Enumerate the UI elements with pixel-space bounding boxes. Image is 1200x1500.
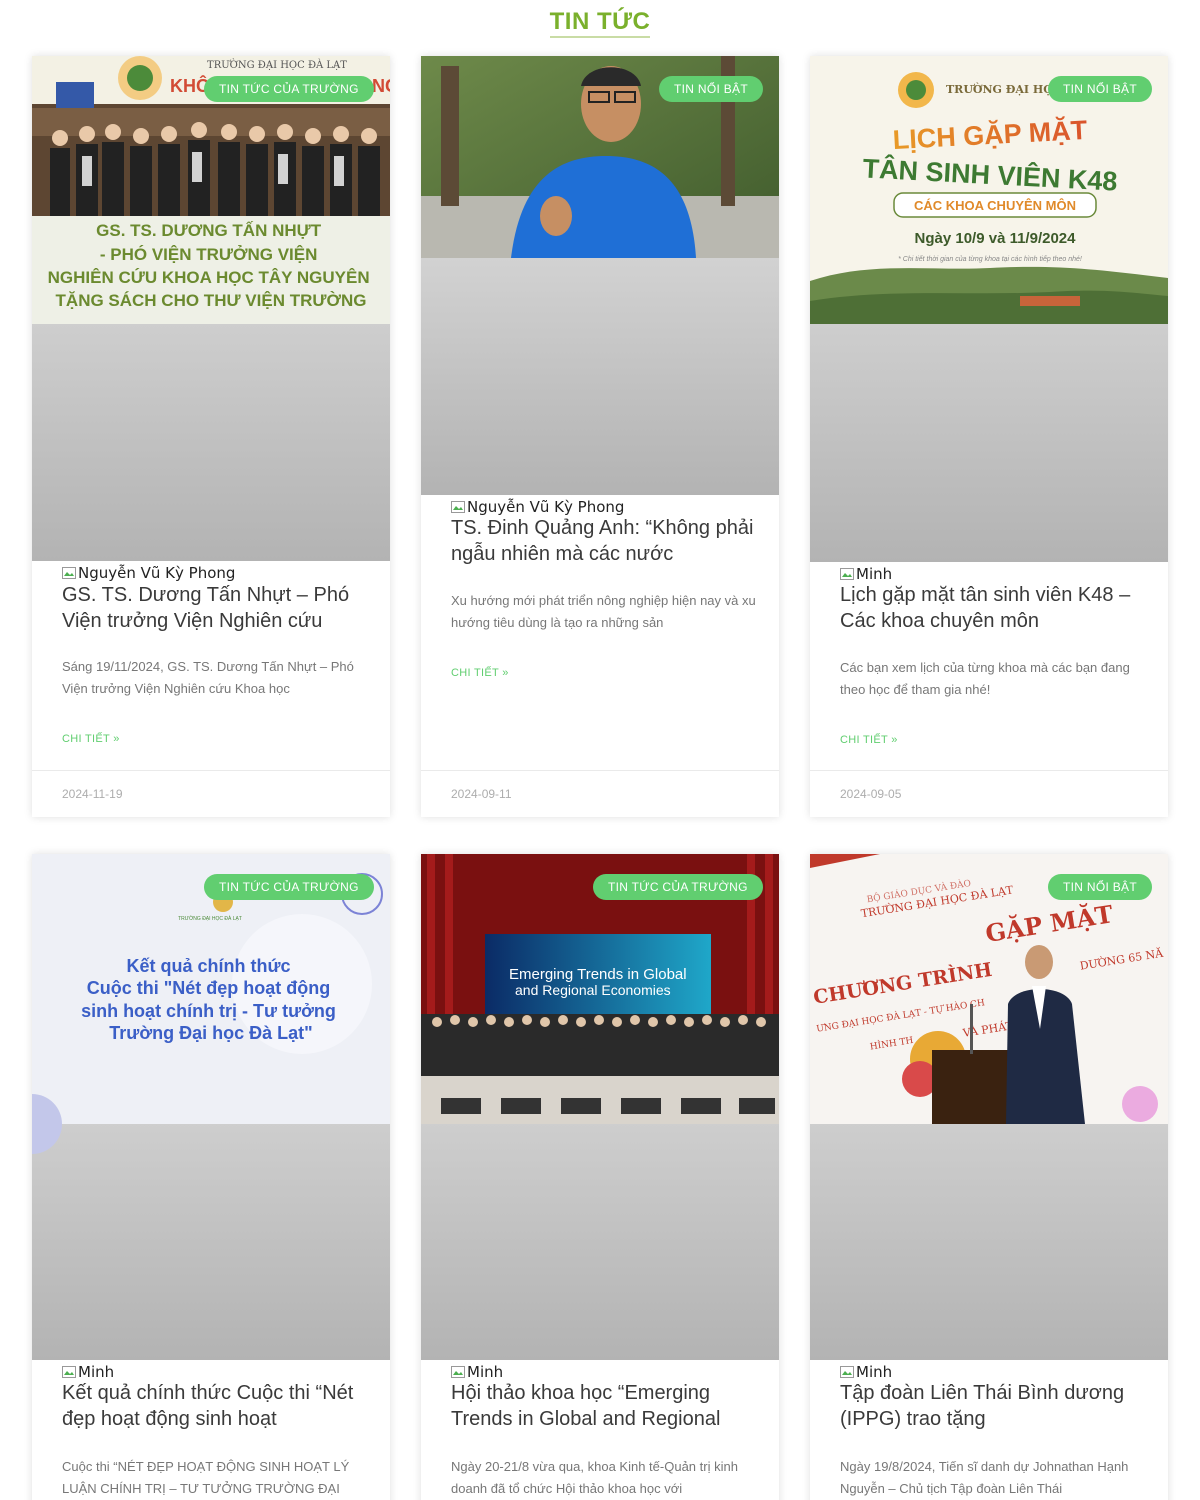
broken-image-icon [451, 1366, 465, 1378]
post-date: 2024-09-11 [451, 787, 512, 801]
category-badge[interactable]: TIN NỔI BẬT [1048, 76, 1152, 102]
post-image: TRƯỜNG ĐẠI HỌC Đ LỊCH GẶP MẶT TÂN SINH V… [810, 56, 1168, 562]
post-title[interactable]: TS. Đinh Quảng Anh: “Không phải ngẫu nhi… [451, 515, 761, 567]
post-thumbnail[interactable]: TRƯỜNG ĐẠI HỌC ĐÀ LẠT Kết quả chính thức… [32, 854, 390, 1360]
post-excerpt: Ngày 19/8/2024, Tiến sĩ danh dự Johnatha… [840, 1459, 1129, 1496]
post-card[interactable]: TIN NỔI BẬT Nguyễn Vũ Kỳ Phong TS. Đinh … [421, 56, 779, 817]
read-more-link[interactable]: CHI TIẾT » [840, 734, 898, 746]
post-excerpt: Xu hướng mới phát triển nông nghiệp hiện… [451, 593, 756, 630]
broken-image-icon [840, 568, 854, 580]
post-meta: 2024-11-19 [32, 770, 390, 817]
post-meta: 2024-09-05 [810, 770, 1168, 817]
svg-text:NG: NG [372, 76, 390, 96]
author-avatar-alt: Minh [840, 1363, 892, 1381]
svg-text:* Chi tiết thời gian của từng: * Chi tiết thời gian của từng khoa tại c… [898, 255, 1082, 263]
post-excerpt: Sáng 19/11/2024, GS. TS. Dương Tấn Nhựt … [62, 659, 354, 696]
post-card[interactable]: TRƯỜNG ĐẠI HỌC ĐÀ LẠT Kết quả chính thức… [32, 854, 390, 1500]
broken-image-icon [62, 567, 76, 579]
author-avatar-alt: Nguyễn Vũ Kỳ Phong [451, 498, 624, 516]
post-image [421, 56, 779, 495]
category-badge[interactable]: TIN NỔI BẬT [659, 76, 763, 102]
post-card[interactable]: TRƯỜNG ĐẠI HỌC Đ LỊCH GẶP MẶT TÂN SINH V… [810, 56, 1168, 817]
post-image: TRƯỜNG ĐẠI HỌC ĐÀ LẠT KHÔ NGS. TS. DƯƠNG… [32, 56, 390, 561]
author-avatar-alt: Minh [62, 1363, 114, 1381]
category-badge[interactable]: TIN TỨC CỦA TRƯỜNG [204, 76, 374, 102]
author-avatar-alt: Minh [840, 565, 892, 583]
broken-image-icon [840, 1366, 854, 1378]
post-title[interactable]: GS. TS. Dương Tấn Nhựt – Phó Viện trưởng… [62, 582, 372, 634]
category-badge[interactable]: TIN TỨC CỦA TRƯỜNG [593, 874, 763, 900]
svg-text:TRƯỜNG ĐẠI HỌC ĐÀ LẠT: TRƯỜNG ĐẠI HỌC ĐÀ LẠT [178, 915, 242, 922]
post-excerpt: Cuộc thi “NÉT ĐẸP HOẠT ĐỘNG SINH HOẠT LÝ… [62, 1459, 350, 1496]
svg-text:TRƯỜNG ĐẠI HỌC ĐÀ LẠT: TRƯỜNG ĐẠI HỌC ĐÀ LẠT [207, 59, 347, 71]
post-image: Emerging Trends in Global and Regional E… [421, 854, 779, 1360]
post-thumbnail[interactable]: Emerging Trends in Global and Regional E… [421, 854, 779, 1360]
post-excerpt: Ngày 20-21/8 vừa qua, khoa Kinh tế-Quản … [451, 1459, 738, 1496]
post-title[interactable]: Tập đoàn Liên Thái Bình dương (IPPG) tra… [840, 1380, 1150, 1432]
post-image: TRƯỜNG ĐẠI HỌC ĐÀ LẠT Kết quả chính thức… [32, 854, 390, 1360]
post-image: BỘ GIÁO DỤC VÀ ĐÀO TRƯỜNG ĐẠI HỌC ĐÀ LẠT… [810, 854, 1168, 1360]
category-badge[interactable]: TIN TỨC CỦA TRƯỜNG [204, 874, 374, 900]
post-thumbnail[interactable] [421, 56, 779, 495]
svg-text:Ngày 10/9 và 11/9/2024: Ngày 10/9 và 11/9/2024 [915, 230, 1077, 247]
svg-text:Emerging Trends in Global: Emerging Trends in Global [509, 966, 687, 983]
post-title[interactable]: Kết quả chính thức Cuộc thi “Nét đẹp hoạ… [62, 1380, 372, 1432]
broken-image-icon [62, 1366, 76, 1378]
section-title: TIN TỨC [0, 8, 1200, 38]
broken-image-icon [451, 501, 465, 513]
svg-text:CÁC KHOA CHUYÊN MÔN: CÁC KHOA CHUYÊN MÔN [914, 198, 1076, 213]
post-card[interactable]: BỘ GIÁO DỤC VÀ ĐÀO TRƯỜNG ĐẠI HỌC ĐÀ LẠT… [810, 854, 1168, 1500]
author-avatar-alt: Minh [451, 1363, 503, 1381]
post-title[interactable]: Hội thảo khoa học “Emerging Trends in Gl… [451, 1380, 761, 1432]
read-more-link[interactable]: CHI TIẾT » [451, 667, 509, 679]
post-excerpt: Các bạn xem lịch của từng khoa mà các bạ… [840, 660, 1130, 697]
post-date: 2024-09-05 [840, 787, 902, 801]
read-more-link[interactable]: CHI TIẾT » [62, 733, 120, 745]
post-card[interactable]: TRƯỜNG ĐẠI HỌC ĐÀ LẠT KHÔ NGS. TS. DƯƠNG… [32, 56, 390, 817]
author-avatar-alt: Nguyễn Vũ Kỳ Phong [62, 564, 235, 582]
post-thumbnail[interactable]: TRƯỜNG ĐẠI HỌC ĐÀ LẠT KHÔ NGS. TS. DƯƠNG… [32, 56, 390, 561]
post-meta: 2024-09-11 [421, 770, 779, 817]
post-title[interactable]: Lịch gặp mặt tân sinh viên K48 – Các kho… [840, 582, 1150, 634]
category-badge[interactable]: TIN NỔI BẬT [1048, 874, 1152, 900]
post-card[interactable]: Emerging Trends in Global and Regional E… [421, 854, 779, 1500]
post-date: 2024-11-19 [62, 787, 123, 801]
svg-text:and Regional Economies: and Regional Economies [515, 982, 671, 998]
post-thumbnail[interactable]: BỘ GIÁO DỤC VÀ ĐÀO TRƯỜNG ĐẠI HỌC ĐÀ LẠT… [810, 854, 1168, 1360]
post-thumbnail[interactable]: TRƯỜNG ĐẠI HỌC Đ LỊCH GẶP MẶT TÂN SINH V… [810, 56, 1168, 562]
